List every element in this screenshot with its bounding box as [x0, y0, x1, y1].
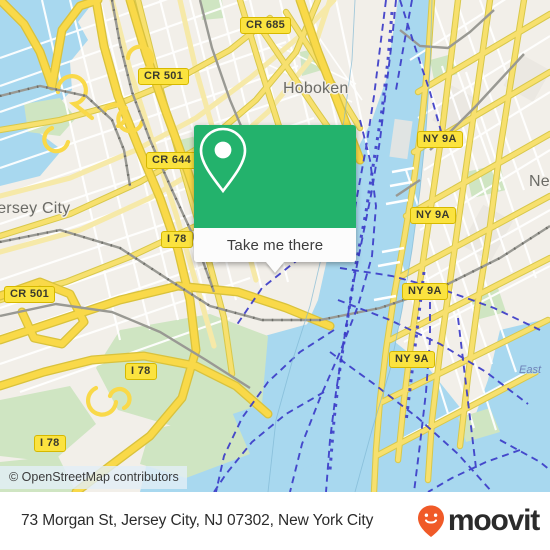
take-me-there-button[interactable]: Take me there	[194, 228, 356, 273]
take-me-there-label: Take me there	[226, 236, 324, 254]
map-screenshot: Hoboken Jersey City Ne East CR 685 CR 50…	[0, 0, 550, 550]
moovit-logo[interactable]: moovit	[416, 504, 540, 538]
highway-shield-cr-685: CR 685	[240, 17, 292, 34]
highway-shield-ny-9a-1: NY 9A	[417, 131, 463, 148]
marker-card-pointer	[266, 262, 284, 273]
highway-shield-ny-9a-3: NY 9A	[402, 283, 448, 300]
map-pin-icon	[199, 127, 247, 194]
highway-shield-cr-501-south: CR 501	[4, 286, 56, 303]
osm-attribution[interactable]: © OpenStreetMap contributors	[0, 466, 187, 489]
highway-shield-cr-644: CR 644	[146, 152, 198, 169]
moovit-wordmark: moovit	[447, 504, 540, 537]
highway-shield-i-78-north: I 78	[161, 231, 193, 248]
moovit-pin-smile-icon	[417, 505, 444, 537]
destination-marker-card[interactable]: Take me there	[194, 125, 356, 273]
highway-shield-i-78-mid: I 78	[125, 363, 157, 380]
highway-shield-ny-9a-2: NY 9A	[410, 207, 456, 224]
map-canvas[interactable]: Hoboken Jersey City Ne East CR 685 CR 50…	[0, 0, 550, 492]
highway-shield-cr-501-north: CR 501	[138, 68, 190, 85]
marker-card-image	[194, 125, 356, 228]
highway-shield-ny-9a-4: NY 9A	[389, 351, 435, 368]
address-label: 73 Morgan St, Jersey City, NJ 07302, New…	[21, 512, 374, 529]
footer-bar: 73 Morgan St, Jersey City, NJ 07302, New…	[0, 492, 550, 550]
highway-shield-i-78-south: I 78	[34, 435, 66, 452]
